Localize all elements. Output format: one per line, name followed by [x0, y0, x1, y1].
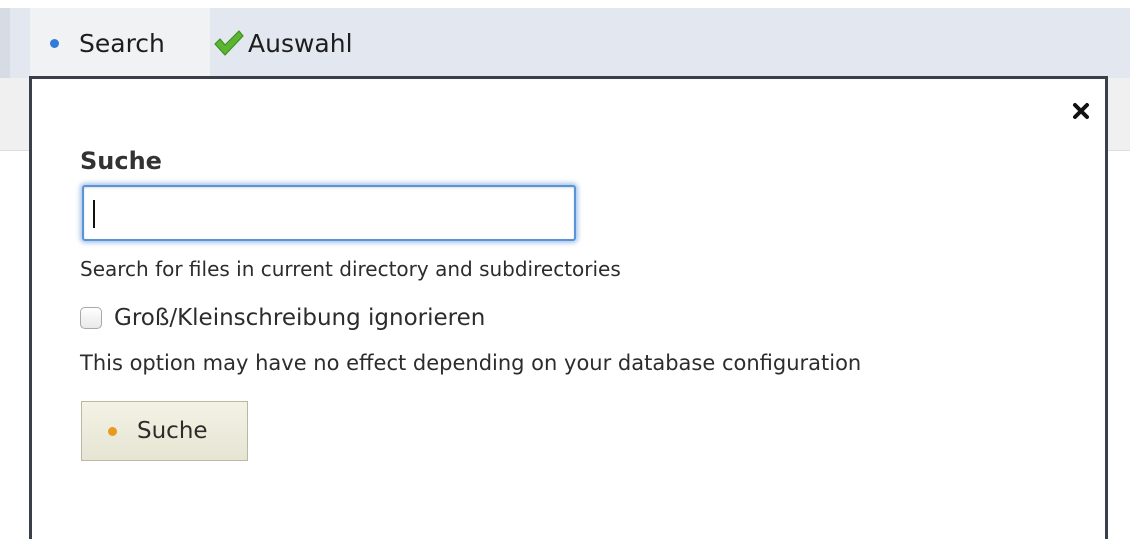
checkmark-icon	[214, 30, 244, 56]
search-dialog: Suche Search for files in current direct…	[29, 76, 1108, 539]
search-help-text: Search for files in current directory an…	[80, 257, 621, 281]
close-icon[interactable]	[1071, 101, 1091, 121]
ignore-case-label: Groß/Kleinschreibung ignorieren	[114, 305, 486, 331]
dialog-title: Suche	[80, 147, 162, 175]
tab-search[interactable]: Search	[30, 8, 210, 78]
tab-auswahl[interactable]: Auswahl	[212, 8, 353, 78]
tab-auswahl-label: Auswahl	[248, 28, 353, 58]
bullet-icon	[108, 426, 117, 436]
tab-search-label: Search	[79, 28, 165, 58]
search-screen: Search Auswahl Suche Search for files in…	[0, 0, 1130, 539]
option-note: This option may have no effect depending…	[80, 351, 862, 375]
tab-bar: Search Auswahl	[0, 0, 1130, 78]
tab-bar-edge	[0, 8, 10, 78]
search-input[interactable]	[82, 185, 576, 241]
search-submit-button[interactable]: Suche	[81, 401, 248, 461]
search-submit-label: Suche	[137, 418, 208, 444]
bullet-icon	[50, 38, 59, 48]
ignore-case-checkbox[interactable]	[80, 307, 102, 329]
ignore-case-option[interactable]: Groß/Kleinschreibung ignorieren	[80, 305, 485, 331]
text-caret	[93, 200, 95, 228]
